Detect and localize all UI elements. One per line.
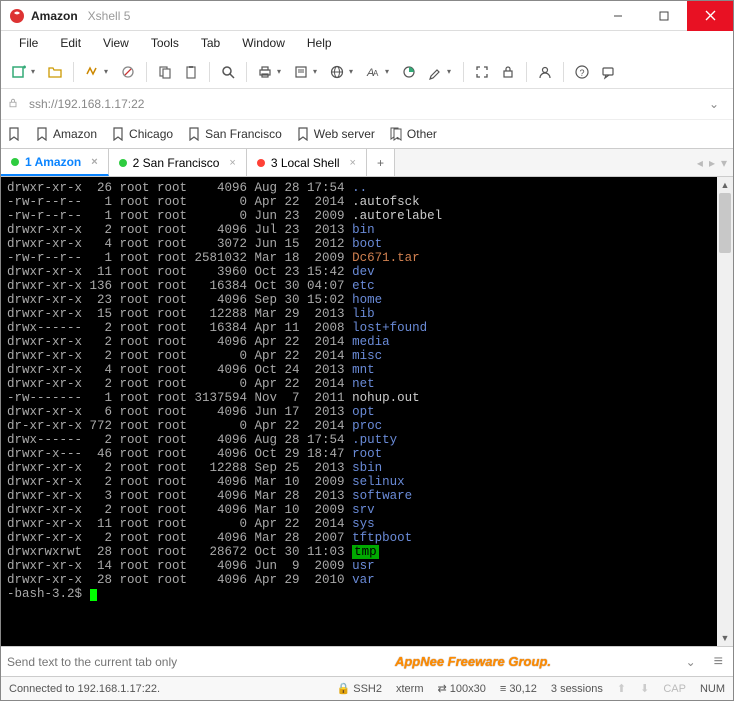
- dropdown-icon[interactable]: ▾: [277, 67, 285, 76]
- app-logo-icon: [9, 8, 25, 24]
- menu-help[interactable]: Help: [297, 33, 342, 53]
- bookmark-amazon[interactable]: Amazon: [35, 127, 97, 141]
- paste-icon[interactable]: [179, 60, 203, 84]
- status-cursor: ≡ 30,12: [500, 683, 537, 695]
- search-icon[interactable]: [216, 60, 240, 84]
- lock-small-icon: [7, 97, 19, 112]
- tab-next-icon[interactable]: ▸: [709, 156, 715, 170]
- status-sessions: 3 sessions: [551, 683, 603, 695]
- menu-tools[interactable]: Tools: [141, 33, 189, 53]
- status-down-icon: ⬇: [640, 682, 649, 695]
- tab-prev-icon[interactable]: ◂: [697, 156, 703, 170]
- lock-icon[interactable]: [496, 60, 520, 84]
- svg-text:?: ?: [580, 68, 585, 78]
- send-bar: AppNee Freeware Group. ⌄ ≡: [1, 646, 733, 676]
- status-size: ⇄ 100x30: [438, 682, 486, 695]
- dropdown-icon[interactable]: ▾: [104, 67, 112, 76]
- bookmark-web-server[interactable]: Web server: [296, 127, 375, 141]
- address-bar: ⌄: [1, 89, 733, 119]
- help-icon[interactable]: ?: [570, 60, 594, 84]
- font-icon[interactable]: AA: [361, 60, 385, 84]
- user-icon[interactable]: [533, 60, 557, 84]
- feedback-icon[interactable]: [596, 60, 620, 84]
- session-tabs: 1 Amazon× 2 San Francisco× 3 Local Shell…: [1, 149, 733, 177]
- open-session-icon[interactable]: [43, 60, 67, 84]
- menu-window[interactable]: Window: [232, 33, 295, 53]
- toolbar: ▾ ▾ ▾ ▾ ▾ AA ▾ ▾ ?: [1, 55, 733, 89]
- address-input[interactable]: [25, 93, 695, 115]
- bookmark-add-icon[interactable]: [7, 127, 21, 141]
- terminal-output[interactable]: drwxr-xr-x 26 root root 4096 Aug 28 17:5…: [1, 177, 717, 646]
- address-dropdown-icon[interactable]: ⌄: [701, 97, 727, 111]
- properties-icon[interactable]: [289, 60, 313, 84]
- watermark-text: AppNee Freeware Group.: [395, 654, 551, 669]
- send-menu-icon[interactable]: ≡: [710, 653, 727, 671]
- dropdown-icon[interactable]: ▾: [447, 67, 455, 76]
- close-button[interactable]: [687, 1, 733, 31]
- status-num: NUM: [700, 683, 725, 695]
- terminal-scrollbar[interactable]: ▲ ▼: [717, 177, 733, 646]
- window-subtitle: Xshell 5: [88, 9, 131, 23]
- scroll-down-icon[interactable]: ▼: [717, 630, 733, 646]
- status-cap: CAP: [663, 683, 686, 695]
- dropdown-icon[interactable]: ▾: [385, 67, 393, 76]
- minimize-button[interactable]: [595, 1, 641, 31]
- reconnect-icon[interactable]: [80, 60, 104, 84]
- tab-close-icon[interactable]: ×: [350, 157, 356, 169]
- menu-file[interactable]: File: [9, 33, 48, 53]
- status-bar: Connected to 192.168.1.17:22. 🔒 SSH2 xte…: [1, 676, 733, 700]
- new-session-icon[interactable]: [7, 60, 31, 84]
- tab-local-shell[interactable]: 3 Local Shell×: [247, 149, 367, 176]
- print-icon[interactable]: [253, 60, 277, 84]
- tab-san-francisco[interactable]: 2 San Francisco×: [109, 149, 247, 176]
- status-protocol: 🔒 SSH2: [336, 682, 382, 695]
- bookmark-san-francisco[interactable]: San Francisco: [187, 127, 282, 141]
- scroll-up-icon[interactable]: ▲: [717, 177, 733, 193]
- highlight-icon[interactable]: [423, 60, 447, 84]
- dropdown-icon[interactable]: ▾: [31, 67, 39, 76]
- bookmarks-bar: Amazon Chicago San Francisco Web server …: [1, 119, 733, 149]
- bookmark-other[interactable]: Other: [389, 127, 437, 141]
- tab-close-icon[interactable]: ×: [229, 157, 235, 169]
- status-term: xterm: [396, 683, 424, 695]
- copy-icon[interactable]: [153, 60, 177, 84]
- color-scheme-icon[interactable]: [397, 60, 421, 84]
- bookmark-chicago[interactable]: Chicago: [111, 127, 173, 141]
- tab-add-button[interactable]: +: [367, 149, 395, 176]
- tab-amazon[interactable]: 1 Amazon×: [1, 149, 109, 176]
- status-connection: Connected to 192.168.1.17:22.: [9, 683, 160, 695]
- svg-text:A: A: [373, 69, 379, 78]
- fullscreen-icon[interactable]: [470, 60, 494, 84]
- globe-icon[interactable]: [325, 60, 349, 84]
- send-input[interactable]: [7, 655, 389, 669]
- titlebar: Amazon Xshell 5: [1, 1, 733, 31]
- disconnect-icon[interactable]: [116, 60, 140, 84]
- status-up-icon: ⬆: [617, 682, 626, 695]
- dropdown-icon[interactable]: ▾: [349, 67, 357, 76]
- send-dropdown-icon[interactable]: ⌄: [678, 655, 704, 669]
- menubar: File Edit View Tools Tab Window Help: [1, 31, 733, 55]
- menu-tab[interactable]: Tab: [191, 33, 230, 53]
- dropdown-icon[interactable]: ▾: [313, 67, 321, 76]
- window-title: Amazon: [31, 9, 78, 23]
- tab-menu-icon[interactable]: ▾: [721, 156, 727, 170]
- menu-view[interactable]: View: [93, 33, 139, 53]
- tab-close-icon[interactable]: ×: [91, 156, 97, 168]
- maximize-button[interactable]: [641, 1, 687, 31]
- menu-edit[interactable]: Edit: [50, 33, 91, 53]
